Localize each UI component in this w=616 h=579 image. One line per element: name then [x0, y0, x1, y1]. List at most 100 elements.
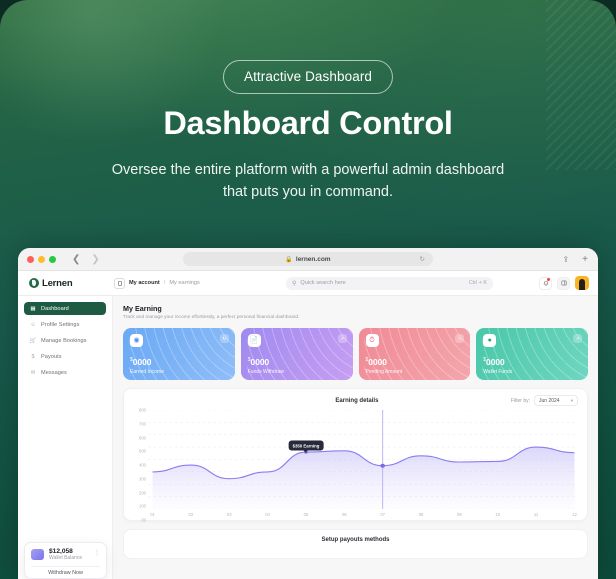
coin-icon: ◉ — [130, 334, 143, 347]
sidebar-item-dashboard[interactable]: ▦ Dashboard — [24, 302, 106, 315]
page-title: Dashboard Control — [163, 105, 453, 141]
message-icon: ✉ — [30, 369, 36, 376]
plus-icon[interactable]: + — [582, 254, 588, 265]
chart-header: Earning details Filter by: Jun 2024 ▾ — [124, 389, 587, 406]
bell-icon[interactable] — [539, 276, 552, 290]
browser-nav[interactable]: ❮ ❯ — [72, 254, 100, 265]
hero-stripe-pattern — [546, 0, 616, 170]
x-axis-tick: 03 — [226, 512, 232, 517]
breadcrumb-parent[interactable]: My account — [129, 280, 160, 286]
hero-badge: Attractive Dashboard — [222, 60, 394, 94]
x-axis-tick: 01 — [150, 512, 155, 517]
withdraw-now-button[interactable]: Withdraw Now — [31, 566, 100, 578]
refresh-icon[interactable]: ↻ — [219, 334, 229, 343]
filter-label: Filter by: — [510, 397, 530, 404]
wallet-row: $12,058 Wallet Balance ⋮ — [31, 547, 100, 561]
breadcrumb-separator: / — [163, 280, 166, 286]
layout-icon[interactable] — [557, 276, 570, 290]
chart-svg — [148, 409, 579, 510]
sidebar-item-profile-settings[interactable]: ☺ Profile Settings — [24, 318, 106, 331]
sidebar: ▦ Dashboard ☺ Profile Settings 🛒 Manage … — [18, 296, 113, 579]
more-icon[interactable]: ⋮ — [94, 549, 100, 556]
stat-amount: $0000 — [366, 357, 387, 367]
sidebar-toggle-icon[interactable] — [114, 277, 125, 289]
dollar-icon: $ — [31, 353, 35, 360]
app-header: Lernen My account / My earnings ⚲ Quick … — [18, 271, 598, 296]
breadcrumb: My account / My earnings — [114, 277, 200, 289]
stat-card-pending-amount[interactable]: ⏱ ☉ $0000 Pending Amount — [358, 328, 471, 380]
hero-subtitle: Oversee the entire platform with a power… — [111, 162, 505, 201]
chart-tooltip: $350 Earning — [288, 440, 324, 453]
earning-section-title: My Earning — [123, 304, 162, 313]
y-axis-tick: 200 — [139, 490, 146, 495]
stat-label: Wallet Funds — [483, 369, 513, 375]
sidebar-item-payouts[interactable]: $ Payouts — [24, 350, 106, 363]
external-link-icon[interactable]: ↗ — [337, 334, 347, 343]
x-axis-tick: 09 — [457, 512, 462, 517]
wallet-amount: $12,058 — [49, 547, 73, 555]
address-bar[interactable]: 🔒 lernen.com ↻ — [183, 252, 433, 266]
stat-value: 0000 — [250, 357, 270, 367]
app-logo[interactable]: Lernen — [29, 278, 105, 289]
payouts-title: Setup payouts methods — [321, 537, 390, 543]
stat-label: Funds Withdraw — [247, 369, 284, 375]
clock-icon: ⏱ — [365, 334, 379, 347]
sidebar-item-label: Dashboard — [41, 305, 69, 312]
close-window-button[interactable] — [27, 255, 34, 263]
avatar[interactable] — [575, 276, 589, 290]
search-icon: ⚲ — [292, 280, 297, 287]
app-body: ▦ Dashboard ☺ Profile Settings 🛒 Manage … — [18, 296, 598, 579]
sidebar-item-label: Payouts — [41, 353, 62, 360]
back-icon[interactable]: ❮ — [72, 254, 80, 265]
y-axis-tick: 400 — [139, 462, 146, 468]
minimize-window-button[interactable] — [38, 255, 45, 263]
y-axis: 800 700 600 500 400 300 200 100 00 — [130, 408, 146, 523]
reload-icon[interactable]: ↻ — [420, 255, 425, 263]
window-controls[interactable] — [27, 255, 56, 263]
stat-card-earned-income[interactable]: ◉ ↻ $0000 Earned Income — [123, 328, 235, 380]
month-filter-select[interactable]: Jun 2024 ▾ — [534, 395, 578, 406]
external-link-icon[interactable]: ↗ — [573, 334, 582, 343]
browser-chrome-bar: ❮ ❯ 🔒 lernen.com ↻ ⇪ + — [18, 248, 598, 271]
chart-title: Earning details — [335, 397, 379, 404]
stat-card-wallet-funds[interactable]: ● ↗ $0000 Wallet Funds — [476, 328, 588, 380]
stat-card-funds-withdraw[interactable]: 📄 ↗ $0000 Funds Withdraw — [240, 328, 353, 380]
search-input[interactable]: ⚲ Quick search here Ctrl + K — [286, 276, 493, 290]
lock-icon: 🔒 — [285, 256, 293, 263]
notification-badge — [547, 277, 550, 281]
header-actions — [539, 276, 589, 290]
sidebar-item-label: Profile Settings — [41, 321, 80, 328]
x-axis-tick: 02 — [188, 512, 194, 517]
sidebar-item-label: Manage Bookings — [41, 337, 87, 344]
sidebar-item-manage-bookings[interactable]: 🛒 Manage Bookings — [24, 334, 106, 347]
wallet-balance-card: $12,058 Wallet Balance ⋮ Withdraw Now — [24, 541, 107, 579]
wallet-icon: ● — [483, 334, 497, 347]
main-content: My Earning Track and manage your income … — [113, 296, 598, 579]
x-axis-tick: 05 — [303, 512, 309, 517]
stat-label: Earned Income — [130, 369, 164, 375]
y-axis-tick: 300 — [139, 476, 146, 482]
grid-icon: ▦ — [30, 305, 36, 312]
bell-icon[interactable]: ☉ — [455, 334, 465, 343]
setup-payouts-card[interactable]: Setup payouts methods — [123, 529, 588, 559]
user-icon: ☺ — [30, 321, 36, 328]
chart-plot-area: $350 Earning — [148, 409, 579, 510]
hero-section: Attractive Dashboard Dashboard Control O… — [0, 0, 616, 579]
forward-icon[interactable]: ❯ — [91, 254, 99, 265]
browser-actions[interactable]: ⇪ + — [562, 254, 588, 265]
x-axis-tick: 08 — [418, 512, 424, 517]
stat-value: 0000 — [368, 357, 387, 367]
filter-value: Jun 2024 — [539, 397, 560, 404]
x-axis-tick: 11 — [533, 512, 539, 517]
earning-section-subtitle: Track and manage your income effortlessl… — [123, 315, 300, 320]
stat-label: Pending Amount — [365, 369, 403, 375]
earning-area-chart: 800 700 600 500 400 300 200 100 00 $350 … — [130, 408, 579, 523]
stat-card-list: ◉ ↻ $0000 Earned Income 📄 ↗ $0000 Funds … — [123, 328, 588, 380]
share-icon[interactable]: ⇪ — [562, 255, 569, 264]
breadcrumb-current: My earnings — [169, 280, 200, 286]
stat-value: 0000 — [486, 357, 505, 367]
x-axis-tick: 12 — [572, 512, 577, 517]
sidebar-item-messages[interactable]: ✉ Messages — [24, 366, 106, 379]
maximize-window-button[interactable] — [49, 255, 56, 263]
browser-window: ❮ ❯ 🔒 lernen.com ↻ ⇪ + Lernen My account… — [18, 248, 598, 579]
